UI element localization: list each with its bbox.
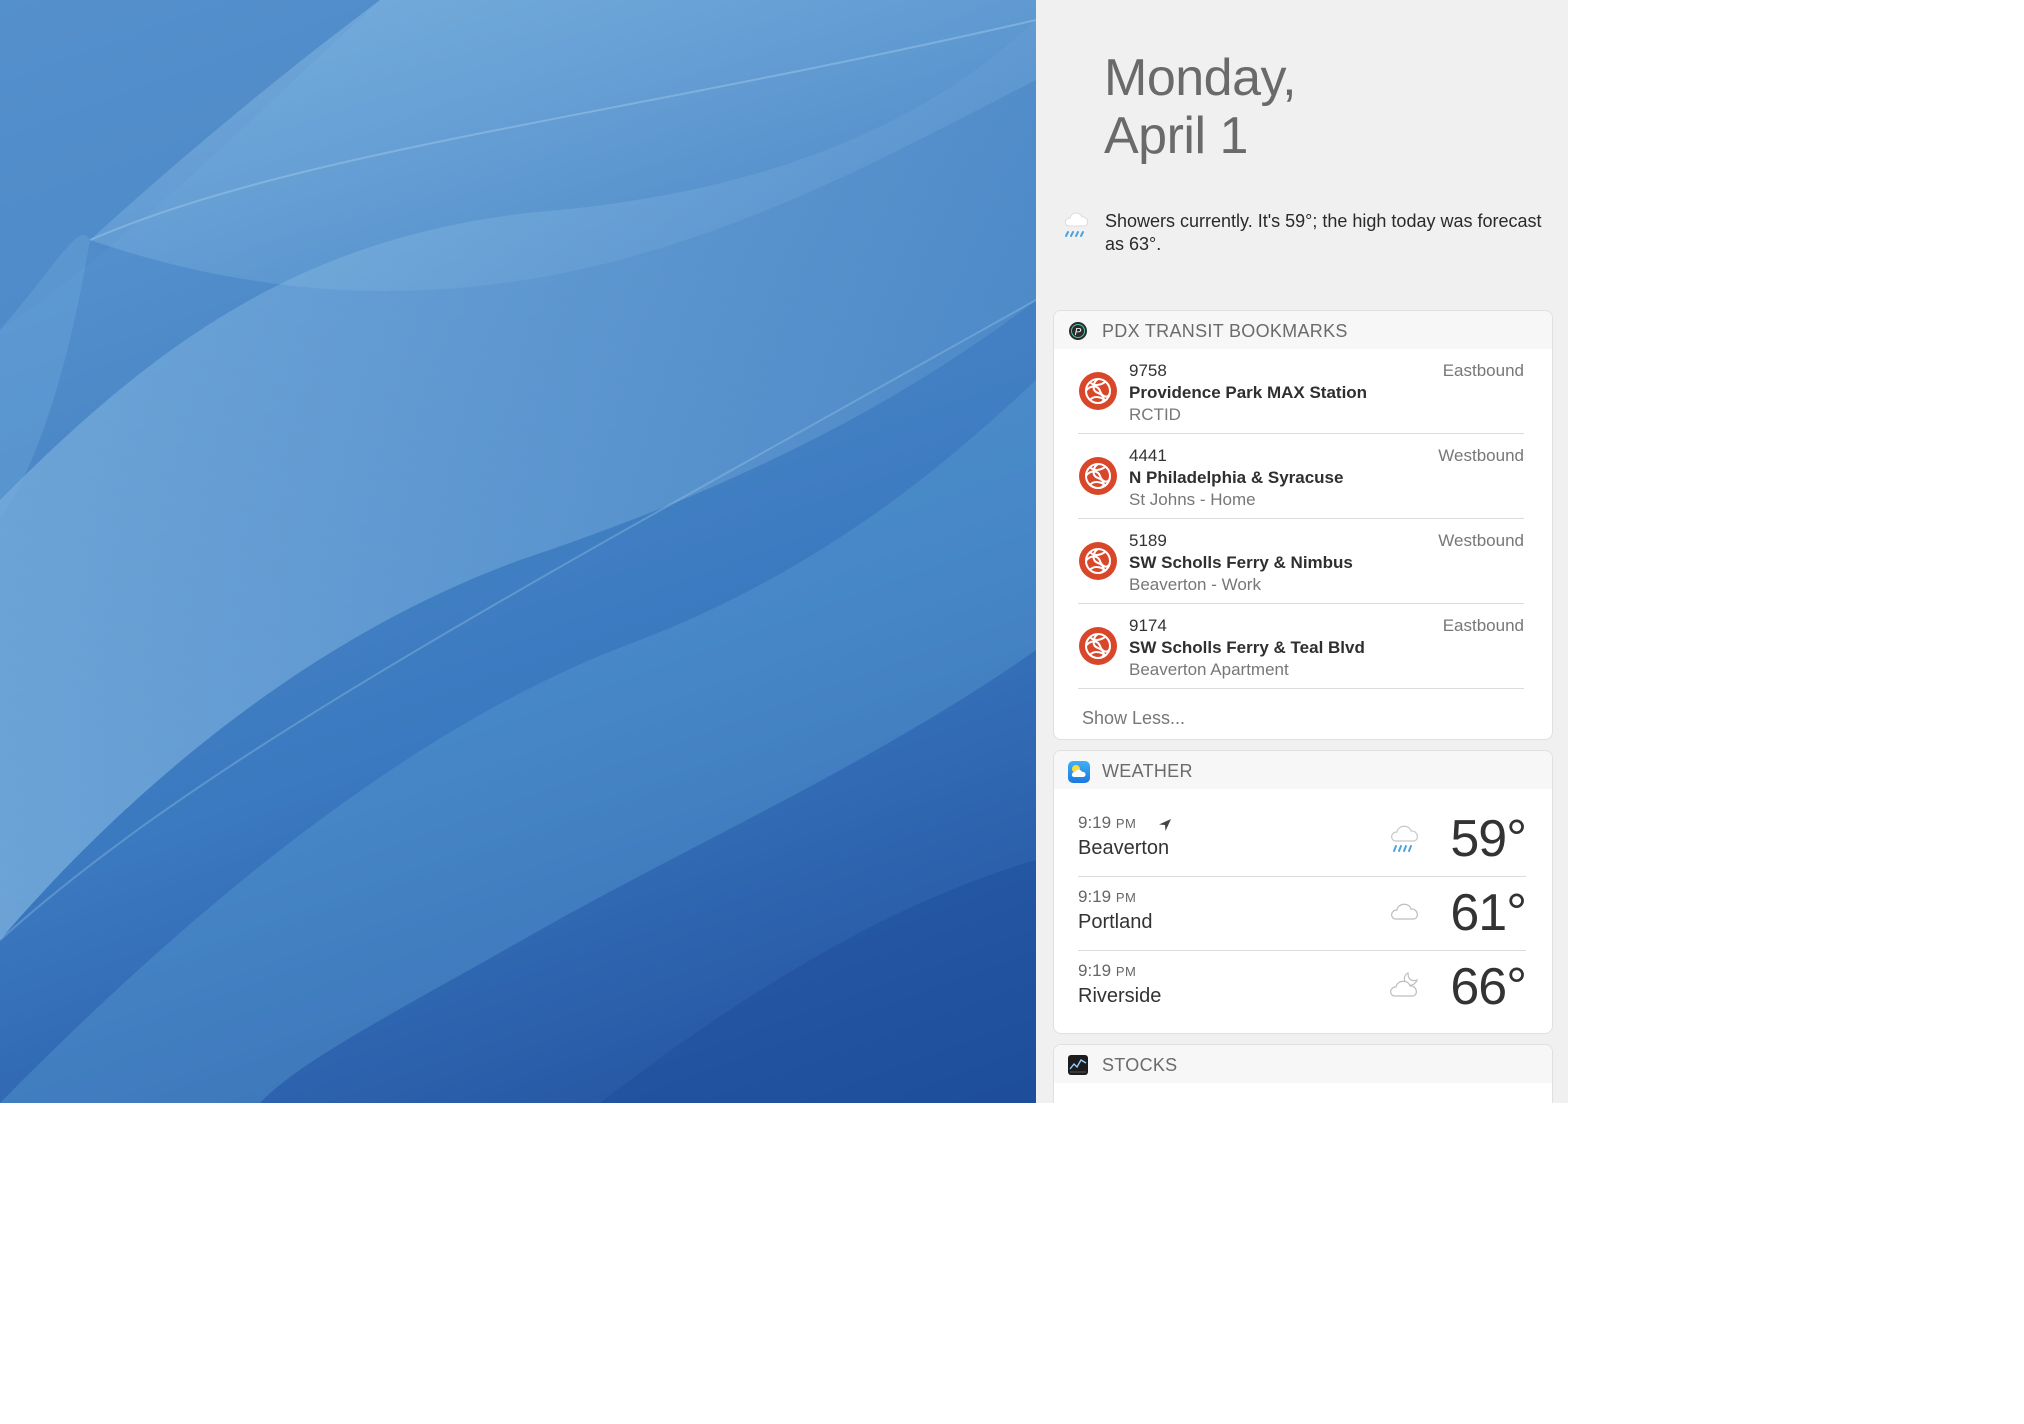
transit-stop-row[interactable]: 5189 SW Scholls Ferry & Nimbus Beaverton… xyxy=(1078,519,1524,604)
transit-stop-row[interactable]: 4441 N Philadelphia & Syracuse St Johns … xyxy=(1078,434,1524,519)
rain-icon xyxy=(1388,821,1422,860)
location-city: Portland xyxy=(1078,911,1153,933)
show-less-button[interactable]: Show Less... xyxy=(1082,708,1185,729)
date-month-day: April 1 xyxy=(1104,107,1248,165)
trimet-logo-icon xyxy=(1078,541,1118,586)
stop-label: RCTID xyxy=(1129,405,1181,424)
trimet-logo-icon xyxy=(1078,456,1118,501)
rain-cloud-icon xyxy=(1062,206,1092,245)
stocks-widget-header[interactable]: STOCKS xyxy=(1054,1045,1552,1083)
weather-location-row[interactable]: 9:19 PM Beaverton 59° xyxy=(1078,803,1527,877)
weather-location-row[interactable]: 9:19 PM Riverside 66° xyxy=(1078,951,1527,1025)
stop-label: Beaverton - Work xyxy=(1129,575,1261,594)
transit-stop-row[interactable]: 9174 SW Scholls Ferry & Teal Blvd Beaver… xyxy=(1078,604,1524,689)
pdx-transit-widget-title: PDX TRANSIT BOOKMARKS xyxy=(1102,321,1348,341)
date-weekday: Monday, xyxy=(1104,49,1297,107)
svg-text:P: P xyxy=(1075,327,1082,338)
trimet-logo-icon xyxy=(1078,371,1118,416)
desktop-wallpaper xyxy=(0,0,1036,1103)
weather-location-row[interactable]: 9:19 PM Portland 61° xyxy=(1078,877,1527,951)
stop-direction: Westbound xyxy=(1438,531,1524,550)
weather-app-icon xyxy=(1068,761,1090,788)
partly-cloudy-night-icon xyxy=(1388,969,1422,1008)
weather-widget-title: WEATHER xyxy=(1102,761,1193,781)
stop-label: Beaverton Apartment xyxy=(1129,660,1289,679)
time-value: 9:19 xyxy=(1078,961,1112,980)
transit-stop-row[interactable]: 9758 Providence Park MAX Station RCTID E… xyxy=(1078,349,1524,434)
weather-widget-header[interactable]: WEATHER xyxy=(1054,751,1552,789)
time-ampm: PM xyxy=(1115,890,1137,905)
time-ampm: PM xyxy=(1115,816,1137,831)
location-temperature: 59° xyxy=(1450,810,1527,868)
stop-direction: Eastbound xyxy=(1442,616,1524,635)
location-arrow-icon xyxy=(1157,817,1173,838)
location-city: Beaverton xyxy=(1078,837,1170,859)
stop-id: 5189 xyxy=(1129,531,1167,550)
pdx-transit-widget: P PDX TRANSIT BOOKMARKS 9758 Providence … xyxy=(1053,310,1553,740)
stop-id: 4441 xyxy=(1129,446,1167,465)
row-divider xyxy=(1078,688,1524,689)
stop-label: St Johns - Home xyxy=(1129,490,1256,509)
time-value: 9:19 xyxy=(1078,887,1112,906)
stop-name: N Philadelphia & Syracuse xyxy=(1129,468,1344,487)
wallpaper-waves xyxy=(0,0,1036,1103)
pdx-transit-app-icon: P xyxy=(1068,321,1088,346)
weather-summary-text: Showers currently. It's 59°; the high to… xyxy=(1105,211,1542,254)
stocks-app-icon xyxy=(1068,1055,1088,1080)
trimet-logo-icon xyxy=(1078,626,1118,671)
stocks-widget-title: STOCKS xyxy=(1102,1055,1178,1075)
stocks-widget: STOCKS xyxy=(1053,1044,1553,1103)
stop-id: 9174 xyxy=(1129,616,1167,635)
location-city: Riverside xyxy=(1078,985,1162,1007)
stop-direction: Westbound xyxy=(1438,446,1524,465)
stop-name: Providence Park MAX Station xyxy=(1129,383,1368,402)
cloud-icon xyxy=(1388,895,1422,934)
location-time: 9:19 PM xyxy=(1078,887,1136,907)
stop-name: SW Scholls Ferry & Nimbus xyxy=(1129,553,1353,572)
stop-direction: Eastbound xyxy=(1442,361,1524,380)
location-time: 9:19 PM xyxy=(1078,961,1136,981)
weather-widget: WEATHER 9:19 PM Beaverton 59° 9:19 PM Po… xyxy=(1053,750,1553,1034)
stop-id: 9758 xyxy=(1129,361,1167,380)
location-temperature: 61° xyxy=(1450,884,1527,942)
pdx-transit-widget-header[interactable]: P PDX TRANSIT BOOKMARKS xyxy=(1054,311,1552,349)
time-ampm: PM xyxy=(1115,964,1137,979)
time-value: 9:19 xyxy=(1078,813,1112,832)
location-time: 9:19 PM xyxy=(1078,813,1136,833)
location-temperature: 66° xyxy=(1450,958,1527,1016)
stop-name: SW Scholls Ferry & Teal Blvd xyxy=(1129,638,1365,657)
notification-center-panel: Monday, April 1 Showers currently. It's … xyxy=(1036,0,1568,1103)
